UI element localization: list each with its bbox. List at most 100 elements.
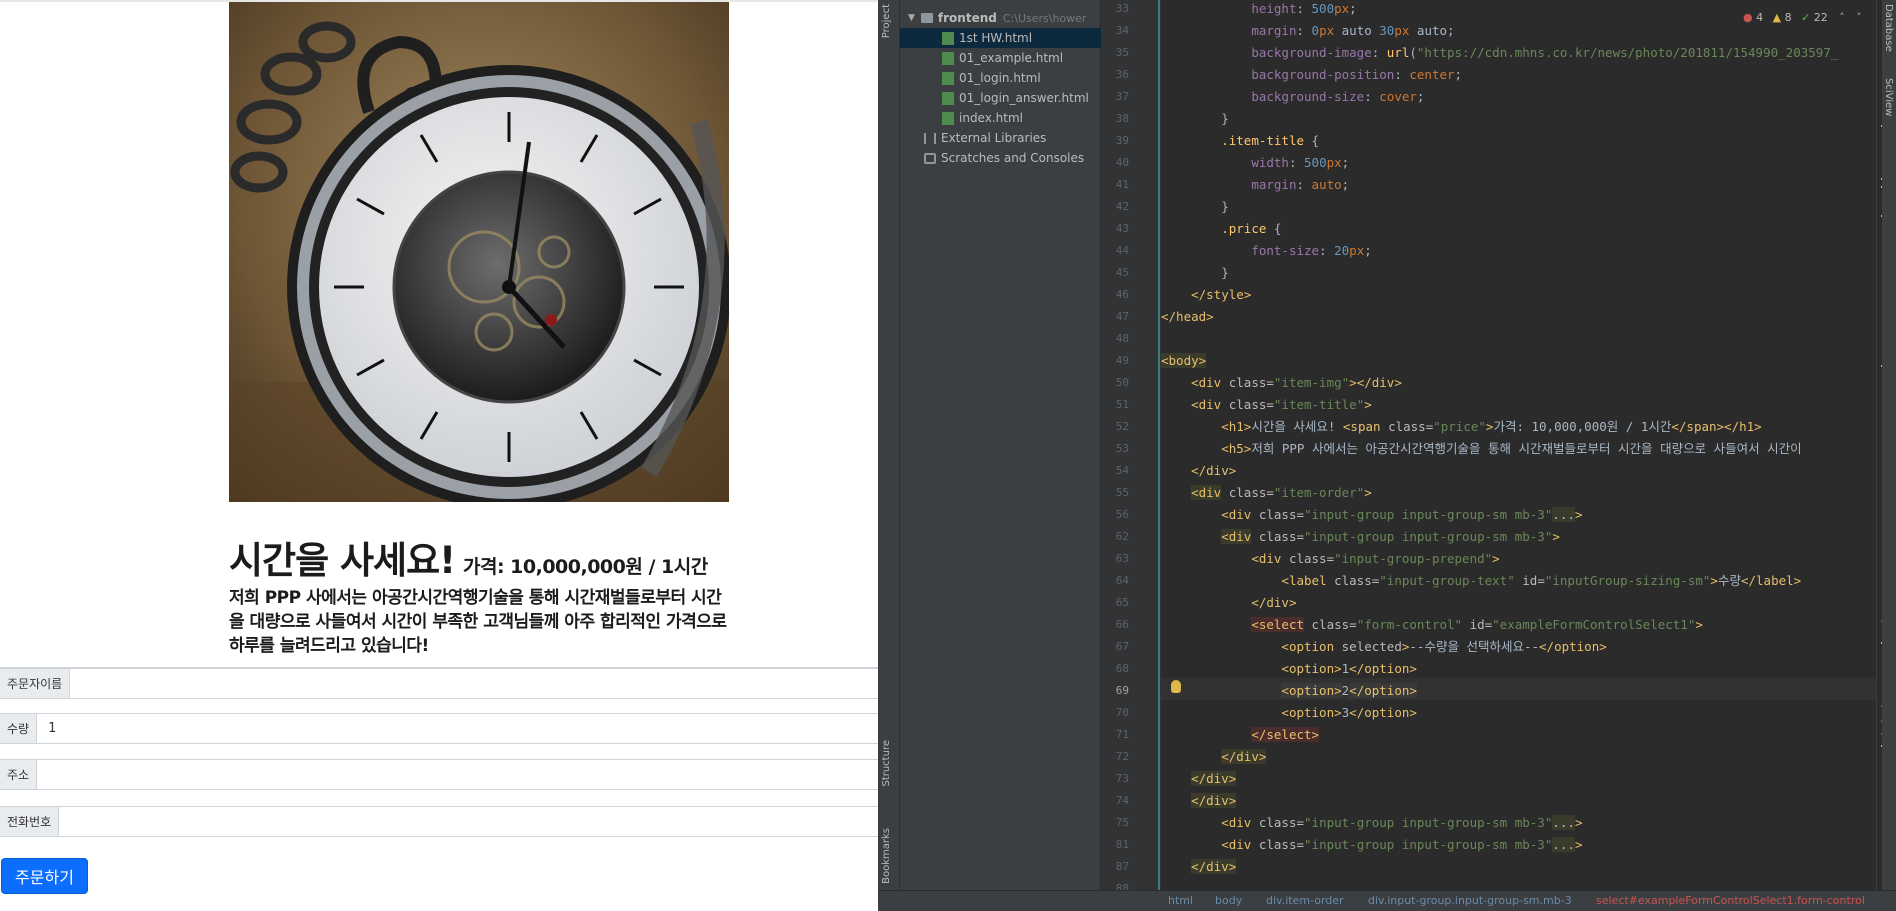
file-name: 01_example.html [959,51,1064,65]
line-number: 51 [1115,398,1129,411]
breadcrumb-input-group[interactable]: div.input-group.input-group-sm.mb-3 [1368,894,1572,907]
code-line: <h1>시간을 사세요! <span class="price">가격: 10,… [1221,419,1762,434]
line-number: 62 [1115,530,1129,543]
name-input[interactable] [70,668,878,699]
file-name: 01_login.html [959,71,1041,85]
code-line: margin: auto; [1251,177,1350,192]
code-line: <option>1</option> [1281,661,1417,676]
input-group-phone: 전화번호 [0,806,878,837]
file-name: index.html [959,111,1023,125]
code-line: height: 500px; [1251,1,1357,16]
code-line: <div class="input-group input-group-sm m… [1221,837,1583,852]
description: 저희 PPP 사에서는 아공간시간역행기술을 통해 시간재벌들로부터 시간을 대… [229,588,727,656]
structure-tool-tab[interactable]: Structure [881,740,892,787]
address-label: 주소 [0,759,38,790]
line-number: 69 [1115,684,1129,697]
breadcrumb-select[interactable]: select#exampleFormControlSelect1.form-co… [1596,894,1865,907]
tree-label: External Libraries [941,131,1047,145]
line-number: 38 [1115,112,1129,125]
tree-file-01-login-answer[interactable]: 01_login_answer.html [942,88,1089,108]
right-tool-strip: Database SciView [1882,0,1896,911]
title-text: 시간을 사세요! [229,539,456,582]
code-line: .item-title { [1221,133,1320,148]
breadcrumb-html[interactable]: html [1168,894,1193,907]
line-number: 73 [1115,772,1129,785]
line-number: 74 [1115,794,1129,807]
order-button[interactable]: 주문하기 [1,858,88,894]
quantity-select[interactable]: 1 [37,713,878,744]
line-number: 42 [1115,200,1129,213]
warning-icon: ▲ [1772,11,1782,24]
code-line: <div class="item-img"></div> [1191,375,1402,390]
code-line: } [1161,265,1229,280]
browser-page: 시간을 사세요! 가격: 10,000,000원 / 1시간 저희 PPP 사에서… [0,0,878,911]
code-editor[interactable]: height: 500px; margin: 0px auto 30px aut… [1161,0,1876,890]
project-tree-panel: ▼ frontend C:\Users\hower 1st HW.html 01… [900,0,1101,911]
html-file-icon [942,31,954,45]
database-tool-tab[interactable]: Database [1883,4,1894,52]
line-number: 52 [1115,420,1129,433]
line-number: 81 [1115,838,1129,851]
line-number: 71 [1115,728,1129,741]
error-count: 4 [1756,11,1764,24]
phone-input[interactable] [59,806,878,837]
tree-file-01-login[interactable]: 01_login.html [942,68,1041,88]
code-line: font-size: 20px; [1251,243,1372,258]
tree-scratches[interactable]: Scratches and Consoles [924,148,1084,168]
line-number: 65 [1115,596,1129,609]
tree-external-libraries[interactable]: External Libraries [924,128,1046,148]
tree-file-01-example[interactable]: 01_example.html [942,48,1063,68]
tree-file-index[interactable]: index.html [942,108,1023,128]
line-number: 64 [1115,574,1129,587]
code-line: </style> [1191,287,1252,302]
line-number: 45 [1115,266,1129,279]
tree-folder-frontend[interactable]: ▼ frontend C:\Users\hower [908,8,1086,28]
intention-bulb-icon[interactable] [1171,680,1181,693]
file-name: 1st HW.html [959,31,1033,45]
code-line: .price { [1221,221,1282,236]
line-number: 34 [1115,24,1129,37]
breadcrumb-body[interactable]: body [1215,894,1242,907]
file-name: 01_login_answer.html [959,91,1089,105]
tree-file-1st-hw[interactable]: 1st HW.html [900,28,1101,48]
chevron-up-icon[interactable]: ˄ [1839,11,1845,24]
line-number: 54 [1115,464,1129,477]
input-group-address: 주소 [0,759,878,790]
price-text: 가격: 10,000,000원 / 1시간 [463,556,708,578]
code-line: <div class="item-order"> [1191,485,1372,500]
code-line: <div class="input-group input-group-sm m… [1221,529,1560,544]
ide-window: Project Structure Bookmarks ▼ frontend C… [878,0,1896,911]
code-line: </div> [1191,463,1237,478]
bookmarks-tool-tab[interactable]: Bookmarks [881,828,892,884]
line-number: 37 [1115,90,1129,103]
code-line: background-image: url("https://cdn.mhns.… [1251,45,1839,60]
code-line: margin: 0px auto 30px auto; [1251,23,1455,38]
sciview-tool-tab[interactable]: SciView [1883,78,1894,116]
code-line: </div> [1191,771,1237,786]
address-input[interactable] [37,759,878,790]
html-file-icon [942,111,954,125]
code-line: } [1161,111,1229,126]
code-line: <option selected>--수량을 선택하세요--</option> [1281,639,1607,654]
line-number: 75 [1115,816,1129,829]
line-number: 40 [1115,156,1129,169]
line-number: 49 [1115,354,1129,367]
input-group-quantity: 수량 1 [0,713,878,744]
line-number: 33 [1115,2,1129,15]
line-number: 41 [1115,178,1129,191]
left-tool-strip: Project Structure Bookmarks [878,0,900,911]
html-file-icon [942,71,954,85]
html-file-icon [942,51,954,65]
code-line: <div class="input-group input-group-sm m… [1221,815,1583,830]
inspection-widget[interactable]: ● 4 ▲ 8 ✓ 22 ˄ ˅ [1743,11,1862,24]
code-line: </select> [1251,727,1320,742]
breadcrumb-item-order[interactable]: div.item-order [1266,894,1344,907]
phone-label: 전화번호 [0,806,60,837]
html-file-icon [942,91,954,105]
chevron-down-icon[interactable]: ˅ [1856,11,1862,24]
project-tool-tab[interactable]: Project [881,4,892,38]
warning-count: 8 [1784,11,1792,24]
line-number: 66 [1115,618,1129,631]
name-label: 주문자이름 [0,668,71,699]
code-line: width: 500px; [1251,155,1350,170]
